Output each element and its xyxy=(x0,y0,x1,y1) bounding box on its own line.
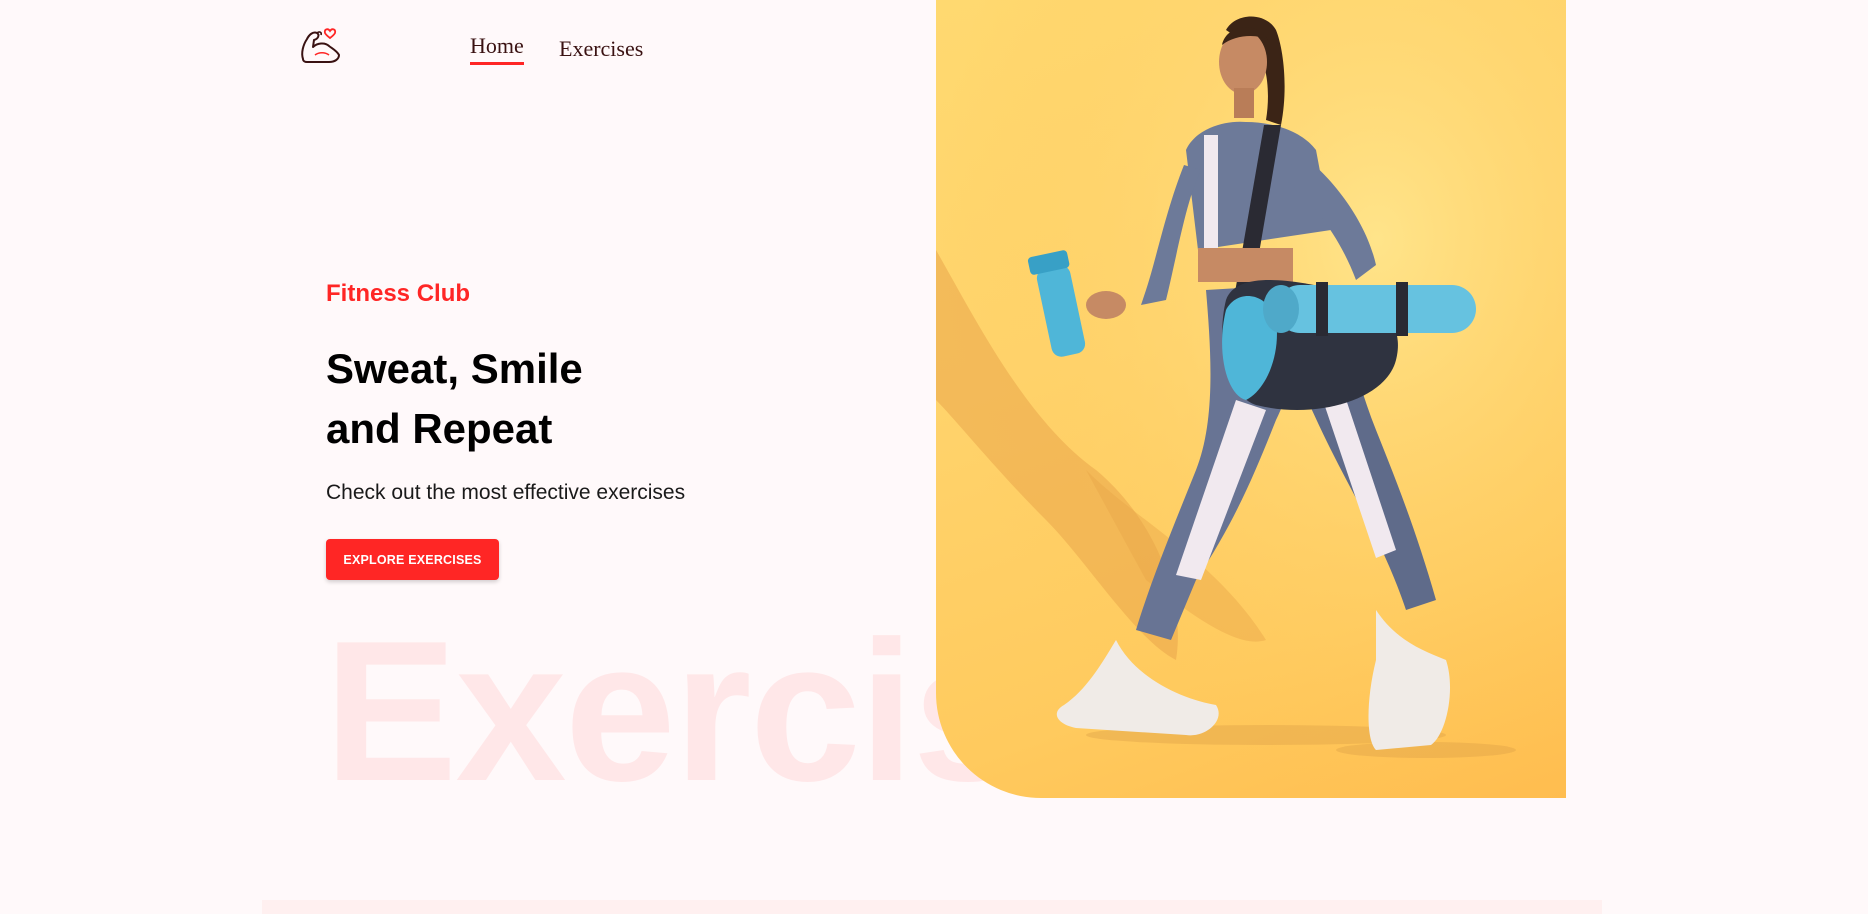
hero-headline-line2: and Repeat xyxy=(326,405,553,452)
nav-link-exercises[interactable]: Exercises xyxy=(559,36,643,62)
explore-exercises-button[interactable]: EXPLORE EXERCISES xyxy=(326,539,499,580)
hero-eyebrow: Fitness Club xyxy=(326,280,471,307)
hero-image xyxy=(936,0,1566,798)
page: Home Exercises Exercises Fitness Club Sw… xyxy=(0,0,1868,914)
next-section-edge xyxy=(262,900,1602,914)
hero-headline: Sweat, Smile and Repeat xyxy=(326,339,786,459)
logo-flexed-arm-heart-icon[interactable] xyxy=(297,25,343,69)
hero-subtitle: Check out the most effective exercises xyxy=(326,481,686,504)
nav-link-home[interactable]: Home xyxy=(470,33,524,65)
woman-walking-with-gym-bag-photo xyxy=(936,0,1566,798)
hero-headline-line1: Sweat, Smile xyxy=(326,345,583,392)
